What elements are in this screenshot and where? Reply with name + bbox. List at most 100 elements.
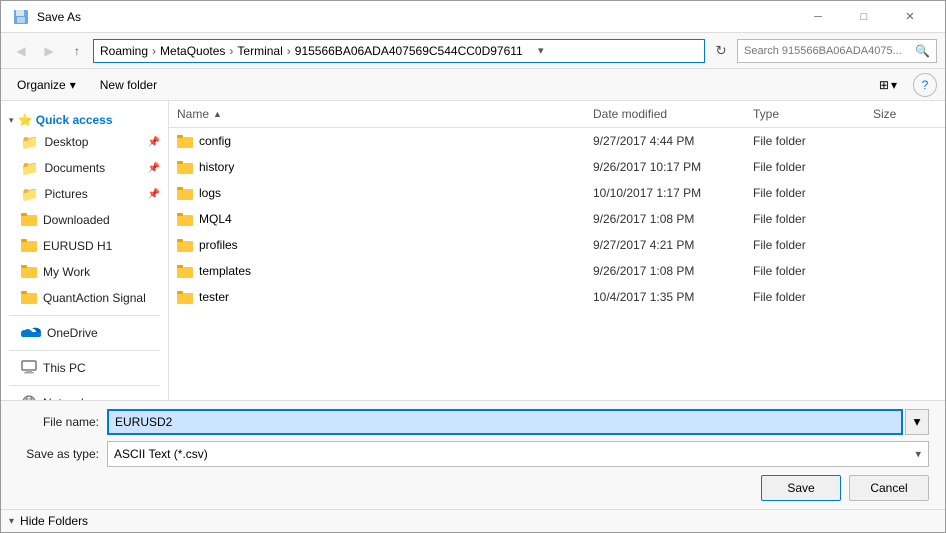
search-input[interactable] bbox=[744, 45, 915, 57]
pictures-folder-icon: 📁 bbox=[21, 186, 38, 203]
file-date-cell: 9/26/2017 1:08 PM bbox=[585, 208, 745, 230]
address-path[interactable]: Roaming › MetaQuotes › Terminal › 915566… bbox=[93, 39, 705, 63]
organize-button[interactable]: Organize ▾ bbox=[9, 73, 84, 97]
eurusd-folder-icon bbox=[21, 238, 37, 255]
bottom-bar: File name: ▾ Save as type: ASCII Text (*… bbox=[1, 400, 945, 509]
forward-button[interactable]: ▶ bbox=[37, 39, 61, 63]
path-metaquotes[interactable]: MetaQuotes bbox=[160, 44, 225, 58]
filename-row: File name: ▾ bbox=[17, 409, 929, 435]
minimize-button[interactable]: ─ bbox=[795, 5, 841, 29]
file-date-cell: 9/26/2017 10:17 PM bbox=[585, 156, 745, 178]
sidebar-item-thispc[interactable]: This PC bbox=[1, 355, 168, 381]
col-header-name[interactable]: Name ▲ bbox=[169, 103, 585, 125]
file-type-cell: File folder bbox=[745, 130, 865, 152]
sidebar-item-desktop[interactable]: 📁 Desktop 📌 bbox=[1, 129, 168, 155]
file-name-cell: history bbox=[169, 156, 585, 178]
path-dropdown-button[interactable]: ▾ bbox=[529, 39, 553, 63]
address-bar: ◀ ▶ ↑ Roaming › MetaQuotes › Terminal › … bbox=[1, 33, 945, 69]
file-name-cell: MQL4 bbox=[169, 208, 585, 230]
hide-folders-bar[interactable]: ▾ Hide Folders bbox=[1, 509, 945, 532]
file-date-cell: 9/27/2017 4:44 PM bbox=[585, 130, 745, 152]
file-date-cell: 10/10/2017 1:17 PM bbox=[585, 182, 745, 204]
sidebar-item-desktop-label: Desktop bbox=[44, 135, 88, 149]
col-name-label: Name bbox=[177, 107, 209, 121]
title-controls: ─ □ ✕ bbox=[795, 5, 933, 29]
table-row[interactable]: logs 10/10/2017 1:17 PM File folder bbox=[169, 180, 945, 206]
pin-icon-pictures: 📌 bbox=[148, 189, 160, 200]
col-header-size[interactable]: Size bbox=[865, 103, 945, 125]
sidebar-item-documents[interactable]: 📁 Documents 📌 bbox=[1, 155, 168, 181]
filetype-select[interactable]: ASCII Text (*.csv) CSV (*.csv) All Files… bbox=[107, 441, 929, 467]
table-row[interactable]: tester 10/4/2017 1:35 PM File folder bbox=[169, 284, 945, 310]
path-guid[interactable]: 915566BA06ADA407569C544CC0D97611 bbox=[295, 44, 523, 58]
save-icon bbox=[13, 9, 29, 25]
folder-icon bbox=[177, 134, 193, 148]
sidebar-item-downloaded-label: Downloaded bbox=[43, 213, 110, 227]
file-date-cell: 9/27/2017 4:21 PM bbox=[585, 234, 745, 256]
file-name-cell: logs bbox=[169, 182, 585, 204]
file-date-cell: 9/26/2017 1:08 PM bbox=[585, 260, 745, 282]
sidebar-item-downloaded[interactable]: Downloaded bbox=[1, 207, 168, 233]
new-folder-label: New folder bbox=[100, 78, 157, 92]
file-name-cell: config bbox=[169, 130, 585, 152]
file-list-header: Name ▲ Date modified Type Size bbox=[169, 101, 945, 128]
filetype-row: Save as type: ASCII Text (*.csv) CSV (*.… bbox=[17, 441, 929, 467]
sidebar-divider-3 bbox=[9, 385, 160, 386]
quick-access-header[interactable]: ▾ ⭐ Quick access bbox=[1, 109, 168, 129]
help-button[interactable]: ? bbox=[913, 73, 937, 97]
table-row[interactable]: MQL4 9/26/2017 1:08 PM File folder bbox=[169, 206, 945, 232]
col-date-label: Date modified bbox=[593, 107, 667, 121]
file-name: logs bbox=[199, 186, 221, 200]
view-grid-icon: ⊞ bbox=[879, 78, 889, 92]
path-roaming[interactable]: Roaming bbox=[100, 44, 148, 58]
desktop-folder-icon: 📁 bbox=[21, 134, 38, 151]
file-size-cell bbox=[865, 189, 945, 197]
filetype-label: Save as type: bbox=[17, 447, 107, 461]
view-button[interactable]: ⊞ ▾ bbox=[871, 73, 905, 97]
table-row[interactable]: history 9/26/2017 10:17 PM File folder bbox=[169, 154, 945, 180]
folder-icon bbox=[177, 212, 193, 226]
up-button[interactable]: ↑ bbox=[65, 39, 89, 63]
table-row[interactable]: templates 9/26/2017 1:08 PM File folder bbox=[169, 258, 945, 284]
sidebar-item-pictures[interactable]: 📁 Pictures 📌 bbox=[1, 181, 168, 207]
help-icon: ? bbox=[922, 78, 929, 92]
sidebar-item-eurusd-label: EURUSD H1 bbox=[43, 239, 112, 253]
col-size-label: Size bbox=[873, 107, 896, 121]
sidebar-item-eurusd[interactable]: EURUSD H1 bbox=[1, 233, 168, 259]
sidebar-item-network[interactable]: Network bbox=[1, 390, 168, 400]
folder-icon bbox=[177, 264, 193, 278]
sort-icon: ▲ bbox=[213, 109, 222, 119]
table-row[interactable]: config 9/27/2017 4:44 PM File folder bbox=[169, 128, 945, 154]
close-button[interactable]: ✕ bbox=[887, 5, 933, 29]
cancel-button[interactable]: Cancel bbox=[849, 475, 929, 501]
downloaded-folder-icon bbox=[21, 212, 37, 229]
maximize-button[interactable]: □ bbox=[841, 5, 887, 29]
sidebar-item-mywork[interactable]: My Work bbox=[1, 259, 168, 285]
table-row[interactable]: profiles 9/27/2017 4:21 PM File folder bbox=[169, 232, 945, 258]
col-header-type[interactable]: Type bbox=[745, 103, 865, 125]
refresh-button[interactable]: ↻ bbox=[709, 39, 733, 63]
file-name: config bbox=[199, 134, 231, 148]
file-name: tester bbox=[199, 290, 229, 304]
save-button[interactable]: Save bbox=[761, 475, 841, 501]
back-button[interactable]: ◀ bbox=[9, 39, 33, 63]
save-as-dialog: Save As ─ □ ✕ ◀ ▶ ↑ Roaming › MetaQuotes… bbox=[0, 0, 946, 533]
sidebar-item-quantaction-label: QuantAction Signal bbox=[43, 291, 146, 305]
sidebar-item-onedrive-label: OneDrive bbox=[47, 326, 98, 340]
new-folder-button[interactable]: New folder bbox=[92, 73, 165, 97]
view-controls: ⊞ ▾ bbox=[871, 73, 905, 97]
hide-folders-label: Hide Folders bbox=[20, 514, 88, 528]
path-terminal[interactable]: Terminal bbox=[237, 44, 282, 58]
col-header-date[interactable]: Date modified bbox=[585, 103, 745, 125]
sidebar-item-onedrive[interactable]: OneDrive bbox=[1, 320, 168, 346]
view-dropdown-icon: ▾ bbox=[891, 78, 897, 92]
filename-dropdown-button[interactable]: ▾ bbox=[905, 409, 929, 435]
search-box[interactable]: 🔍 bbox=[737, 39, 937, 63]
file-size-cell bbox=[865, 137, 945, 145]
sidebar-item-quantaction[interactable]: QuantAction Signal bbox=[1, 285, 168, 311]
file-type-cell: File folder bbox=[745, 260, 865, 282]
bottom-buttons: Save Cancel bbox=[17, 475, 929, 501]
file-size-cell bbox=[865, 215, 945, 223]
file-name-cell: templates bbox=[169, 260, 585, 282]
filename-input[interactable] bbox=[107, 409, 903, 435]
